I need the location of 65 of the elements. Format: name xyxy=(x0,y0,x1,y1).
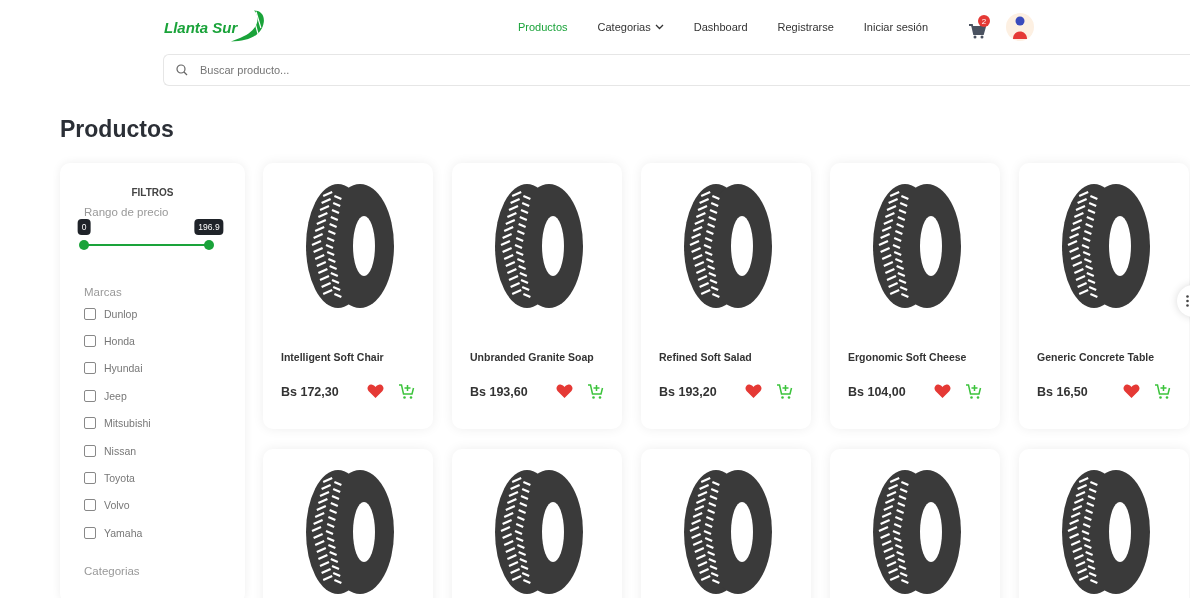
product-name: Intelligent Soft Chair xyxy=(281,351,385,363)
nav-link[interactable]: Dashboard xyxy=(693,21,748,33)
add-to-cart-icon[interactable] xyxy=(965,383,982,400)
product-price: Bs 16,50 xyxy=(1037,384,1088,399)
brand-label: Nissan xyxy=(104,444,137,457)
heart-icon[interactable] xyxy=(1123,384,1140,399)
add-to-cart-icon[interactable] xyxy=(587,383,604,400)
price-slider[interactable]: 0 196.9 xyxy=(78,220,221,252)
heart-icon[interactable] xyxy=(367,384,384,399)
checkbox[interactable] xyxy=(84,389,96,402)
brand-label: Jeep xyxy=(104,389,127,402)
brands-label: Marcas xyxy=(84,286,123,298)
add-to-cart-icon[interactable] xyxy=(398,383,415,400)
product-price: Bs 193,60 xyxy=(470,384,528,399)
product-name: Ergonomic Soft Cheese xyxy=(848,351,968,363)
checkbox[interactable] xyxy=(84,335,96,348)
heart-icon[interactable] xyxy=(934,384,951,399)
product-card[interactable]: Unbranded Granite Soap Bs 193,60 xyxy=(452,163,622,429)
categories-label: Categorias xyxy=(84,564,141,577)
heart-icon[interactable] xyxy=(745,384,762,399)
product-price: Bs 172,30 xyxy=(281,384,339,399)
heart-icon[interactable] xyxy=(556,384,573,399)
brand-label: Volvo xyxy=(104,499,130,512)
add-to-cart-icon[interactable] xyxy=(1154,383,1171,400)
nav-link[interactable]: Iniciar sesión xyxy=(863,21,928,33)
min-price-tooltip: 0 xyxy=(77,219,91,235)
page-title: Productos xyxy=(60,116,175,143)
cart-count-badge: 2 xyxy=(978,15,990,27)
add-to-cart-icon[interactable] xyxy=(776,383,793,400)
cart-icon xyxy=(968,23,986,39)
brand-label: Toyota xyxy=(104,472,135,485)
checkbox[interactable] xyxy=(84,307,96,320)
product-card[interactable]: Ergonomic Soft Cheese Bs 104,00 xyxy=(830,163,1000,429)
checkbox[interactable] xyxy=(84,362,96,375)
product-card[interactable]: Refined Soft Salad Bs 193,20 xyxy=(641,163,811,429)
dots-icon xyxy=(1186,295,1189,307)
brand-label: Mitsubishi xyxy=(104,417,151,430)
max-price-tooltip: 196.9 xyxy=(194,219,224,235)
brand-label: Honda xyxy=(104,335,135,348)
search-icon xyxy=(176,64,188,76)
product-price: Bs 193,20 xyxy=(659,384,717,399)
cart-button[interactable]: 2 xyxy=(968,15,992,39)
product-name: Unbranded Granite Soap xyxy=(470,351,595,363)
product-price: Bs 104,00 xyxy=(848,384,906,399)
price-range-label: Rango de precio xyxy=(84,206,170,218)
brand-label: Dunlop xyxy=(104,307,138,320)
checkbox[interactable] xyxy=(84,472,96,485)
checkbox[interactable] xyxy=(84,444,96,457)
product-card[interactable]: Generic Concrete Table Bs 16,50 xyxy=(1019,163,1189,429)
search-field[interactable]: Buscar producto... xyxy=(163,54,1190,86)
slider-handle[interactable] xyxy=(204,240,214,250)
product-card[interactable]: Intelligent Soft Chair Bs 172,30 xyxy=(263,163,433,429)
nav-link[interactable]: Registrarse xyxy=(777,21,834,33)
filter-title: FILTROS xyxy=(130,187,175,198)
product-name: Refined Soft Salad xyxy=(659,351,753,363)
product-name: Generic Concrete Table xyxy=(1037,351,1156,363)
brand-label: Hyundai xyxy=(104,362,143,375)
brand-label: Yamaha xyxy=(104,526,143,539)
slider-handle[interactable] xyxy=(79,240,89,250)
avatar[interactable] xyxy=(1006,13,1034,41)
checkbox[interactable] xyxy=(84,499,96,512)
chevron-down-icon xyxy=(654,24,664,30)
nav-link[interactable]: Categorias xyxy=(597,21,664,33)
checkbox[interactable] xyxy=(84,526,96,539)
checkbox[interactable] xyxy=(84,417,96,430)
